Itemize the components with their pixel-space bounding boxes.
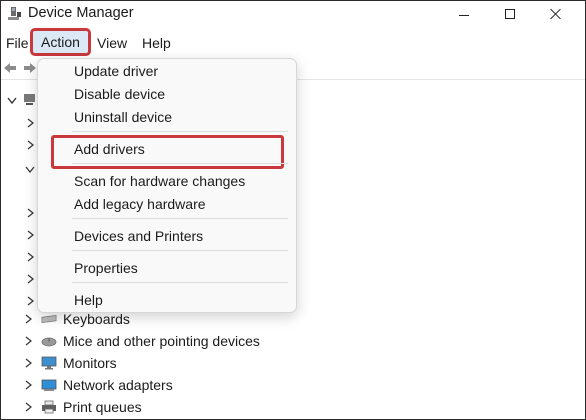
close-icon [550,8,562,20]
menu-separator [72,250,288,251]
menu-action[interactable]: Action [30,28,91,56]
tree-item-mice[interactable]: Mice and other pointing devices [23,330,260,352]
menu-separator [72,163,288,164]
minimize-icon [459,14,469,16]
chevron-right-icon[interactable] [27,205,35,223]
collapse-chevron-icon[interactable] [7,92,17,110]
keyboard-icon [41,312,57,326]
chevron-right-icon[interactable] [27,137,35,155]
close-button[interactable] [533,1,579,27]
device-manager-window: Device Manager File Action View Help Key… [0,0,586,420]
tree-item-label: Keyboards [63,311,130,327]
chevron-right-icon[interactable] [27,115,35,133]
forward-arrow-icon[interactable] [23,61,37,75]
chevron-right-icon[interactable] [23,357,35,369]
menu-bar: File Action View Help [1,28,585,57]
menu-help[interactable]: Help [142,29,171,57]
menu-separator [72,218,288,219]
menu-item-uninstall-device[interactable]: Uninstall device [74,106,172,128]
menu-item-devices-and-printers[interactable]: Devices and Printers [74,225,203,247]
tree-item-monitors[interactable]: Monitors [23,352,117,374]
tree-root[interactable] [7,93,37,109]
menu-view[interactable]: View [97,29,127,57]
chevron-right-icon[interactable] [27,249,35,267]
chevron-right-icon[interactable] [27,271,35,289]
chevron-right-icon[interactable] [23,401,35,413]
maximize-button[interactable] [487,1,533,27]
printer-icon [41,400,57,414]
maximize-icon [505,9,515,19]
menu-item-disable-device[interactable]: Disable device [74,83,165,105]
menu-separator [72,282,288,283]
tree-item-label: Network adapters [63,377,173,393]
minimize-button[interactable] [441,1,487,27]
chevron-right-icon[interactable] [23,335,35,347]
chevron-right-icon[interactable] [23,379,35,391]
tree-item-label: Print queues [63,399,142,415]
back-arrow-icon[interactable] [3,61,17,75]
window-title: Device Manager [28,5,134,21]
monitor-icon [41,356,57,370]
chevron-right-icon[interactable] [27,227,35,245]
mouse-icon [41,334,57,348]
device-manager-icon [7,6,23,22]
computer-icon [23,92,37,111]
menu-file[interactable]: File [6,29,29,57]
tree-item-print-queues[interactable]: Print queues [23,396,142,418]
menu-item-help[interactable]: Help [74,289,103,311]
menu-item-scan-hardware-changes[interactable]: Scan for hardware changes [74,170,245,192]
menu-item-update-driver[interactable]: Update driver [74,60,158,82]
title-bar: Device Manager [1,1,585,29]
action-menu: Update driver Disable device Uninstall d… [37,58,297,313]
network-adapter-icon [41,378,57,392]
menu-item-properties[interactable]: Properties [74,257,138,279]
menu-separator [72,131,288,132]
chevron-down-icon[interactable] [25,161,35,179]
tree-item-network-adapters[interactable]: Network adapters [23,374,173,396]
tree-item-label: Mice and other pointing devices [63,333,260,349]
menu-item-add-legacy-hardware[interactable]: Add legacy hardware [74,193,206,215]
chevron-right-icon[interactable] [23,313,35,325]
tree-item-label: Monitors [63,355,117,371]
